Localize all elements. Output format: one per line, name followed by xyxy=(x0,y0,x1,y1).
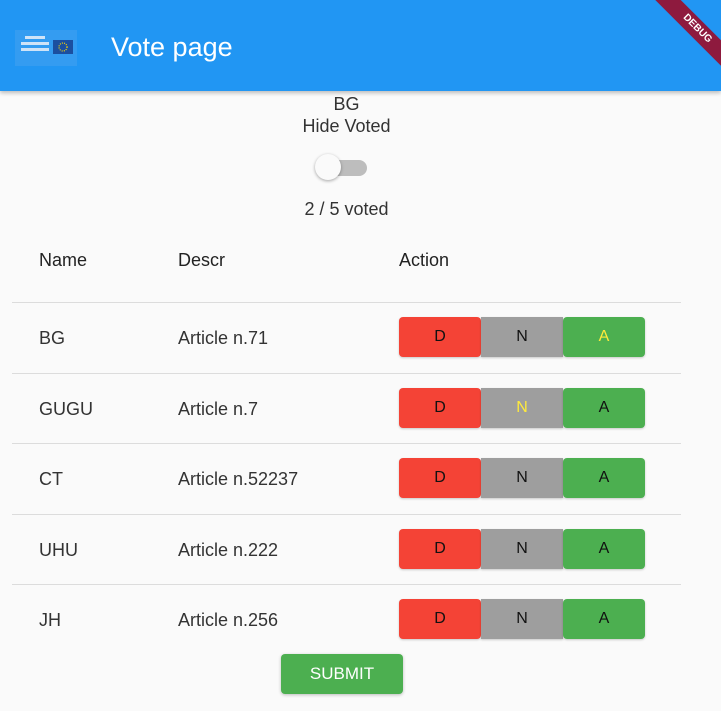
neutral-button[interactable]: N xyxy=(481,599,563,640)
disagree-button[interactable]: D xyxy=(399,599,481,640)
neutral-button[interactable]: N xyxy=(481,317,563,357)
row-description: Article n.7 xyxy=(178,398,259,419)
disagree-button[interactable]: D xyxy=(399,458,481,499)
app-bar: Vote page DEBUG xyxy=(0,0,721,91)
eu-flag-logo-icon xyxy=(15,30,77,66)
agree-button[interactable]: A xyxy=(563,317,645,357)
submit-button[interactable]: SUBMIT xyxy=(281,654,403,694)
row-description: Article n.256 xyxy=(178,610,279,631)
neutral-button[interactable]: N xyxy=(481,458,563,499)
row-name: UHU xyxy=(39,539,78,560)
table-row: UHU Article n.222 D N A xyxy=(0,514,693,584)
row-description: Article n.52237 xyxy=(178,469,299,490)
agree-button[interactable]: A xyxy=(563,387,645,428)
row-name: BG xyxy=(39,328,66,348)
table-row: CT Article n.52237 D N A xyxy=(0,443,693,513)
debug-banner: DEBUG xyxy=(648,0,721,78)
row-name: JH xyxy=(39,610,61,631)
row-name: GUGU xyxy=(39,398,93,419)
column-header-name: Name xyxy=(39,250,88,270)
agree-button[interactable]: A xyxy=(563,528,645,569)
hide-voted-toggle[interactable] xyxy=(313,154,369,182)
country-label: BG xyxy=(333,94,360,114)
table-row: BG Article n.71 D N A xyxy=(0,302,693,372)
row-description: Article n.222 xyxy=(178,539,279,560)
disagree-button[interactable]: D xyxy=(399,387,481,428)
hide-voted-label: Hide Voted xyxy=(302,116,391,136)
table-row: JH Article n.256 D N A xyxy=(0,584,693,654)
column-header-descr: Descr xyxy=(178,250,226,270)
neutral-button[interactable]: N xyxy=(481,387,563,428)
table-row: GUGU Article n.7 D N A xyxy=(0,373,693,443)
disagree-button[interactable]: D xyxy=(399,317,481,357)
row-description: Article n.71 xyxy=(178,328,269,348)
disagree-button[interactable]: D xyxy=(399,528,481,569)
page-title: Vote page xyxy=(111,32,233,62)
row-name: CT xyxy=(39,469,63,490)
column-header-action: Action xyxy=(399,250,450,270)
voted-summary: 2 / 5 voted xyxy=(304,199,389,219)
toggle-thumb xyxy=(315,154,341,180)
agree-button[interactable]: A xyxy=(563,599,645,640)
neutral-button[interactable]: N xyxy=(481,528,563,569)
agree-button[interactable]: A xyxy=(563,458,645,499)
